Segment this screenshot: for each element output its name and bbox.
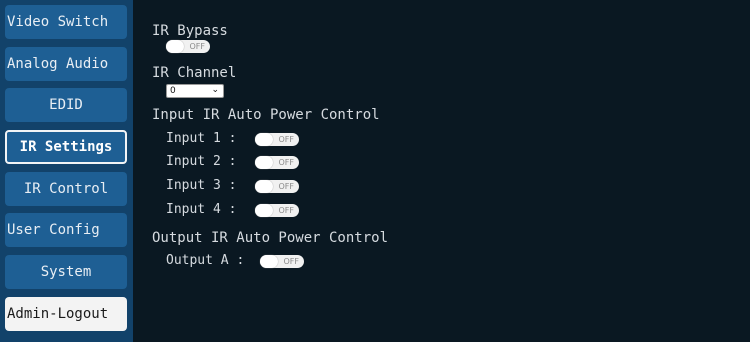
nav-edid[interactable]: EDID	[5, 88, 127, 122]
nav-ir-control[interactable]: IR Control	[5, 172, 127, 206]
ir-settings-panel: IR Bypass OFF IR Channel 0 ⌄ Input IR Au…	[133, 0, 750, 342]
input-4-label: Input 4 :	[166, 202, 237, 217]
ir-channel-value: 0	[170, 86, 176, 96]
nav-admin-logout[interactable]: Admin-Logout	[5, 297, 127, 331]
ir-bypass-toggle[interactable]: OFF	[166, 40, 210, 53]
nav-ir-settings[interactable]: IR Settings	[5, 130, 127, 164]
input-2-label: Input 2 :	[166, 154, 237, 169]
toggle-knob	[166, 40, 184, 53]
toggle-state-text: OFF	[278, 135, 295, 144]
input-4-toggle[interactable]: OFF	[255, 204, 299, 217]
toggle-knob	[255, 156, 273, 169]
input-2-toggle[interactable]: OFF	[255, 156, 299, 169]
input-1-label: Input 1 :	[166, 131, 237, 146]
chevron-down-icon: ⌄	[211, 85, 219, 95]
toggle-knob	[260, 255, 278, 268]
toggle-knob	[255, 180, 273, 193]
input-power-control-label: Input IR Auto Power Control	[152, 107, 380, 123]
ir-channel-label: IR Channel	[152, 65, 237, 81]
input-1-toggle[interactable]: OFF	[255, 133, 299, 146]
nav-system[interactable]: System	[5, 255, 127, 289]
toggle-knob	[255, 204, 273, 217]
output-a-toggle[interactable]: OFF	[260, 255, 304, 268]
input-3-toggle[interactable]: OFF	[255, 180, 299, 193]
toggle-state-text: OFF	[278, 158, 295, 167]
toggle-knob	[255, 133, 273, 146]
output-power-control-label: Output IR Auto Power Control	[152, 230, 389, 246]
sidebar: Video Switch Analog Audio EDID IR Settin…	[0, 0, 133, 342]
toggle-state-text: OFF	[278, 206, 295, 215]
toggle-state-text: OFF	[283, 257, 300, 266]
app-frame: Video Switch Analog Audio EDID IR Settin…	[0, 0, 750, 342]
ir-bypass-label: IR Bypass	[152, 23, 228, 39]
nav-analog-audio[interactable]: Analog Audio	[5, 47, 127, 81]
nav-user-config[interactable]: User Config	[5, 213, 127, 247]
toggle-state-text: OFF	[189, 42, 206, 51]
nav-video-switch[interactable]: Video Switch	[5, 5, 127, 39]
output-a-label: Output A :	[166, 253, 245, 268]
ir-channel-select[interactable]: 0 ⌄	[166, 84, 224, 98]
input-3-label: Input 3 :	[166, 178, 237, 193]
toggle-state-text: OFF	[278, 182, 295, 191]
